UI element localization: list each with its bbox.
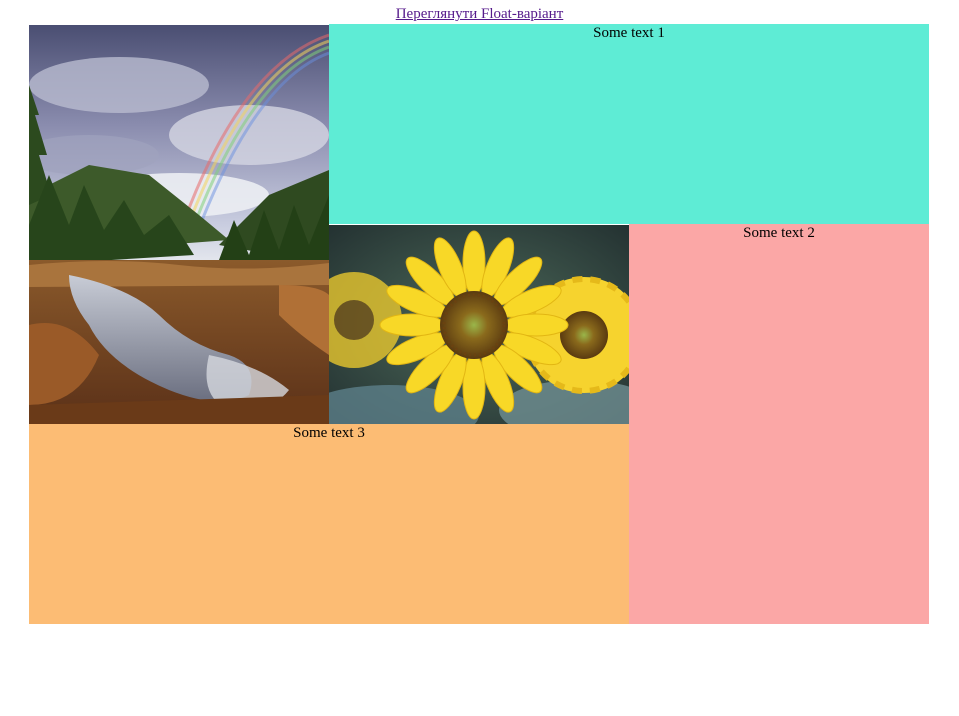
- landscape-rainbow-image: [29, 24, 329, 424]
- text-block-1-label: Some text 1: [593, 25, 665, 41]
- text-block-3: Some text 3: [29, 424, 629, 624]
- grid-layout: Some text 1 Some text 2 Some text 3: [29, 24, 929, 624]
- text-block-3-label: Some text 3: [293, 425, 365, 441]
- text-block-2-label: Some text 2: [743, 225, 815, 241]
- float-variant-link[interactable]: Переглянути Float-варіант: [396, 6, 564, 22]
- text-block-1: Some text 1: [329, 24, 929, 224]
- text-block-2: Some text 2: [629, 224, 929, 624]
- header-link-container: Переглянути Float-варіант: [0, 6, 959, 22]
- sunflower-image: [329, 224, 629, 424]
